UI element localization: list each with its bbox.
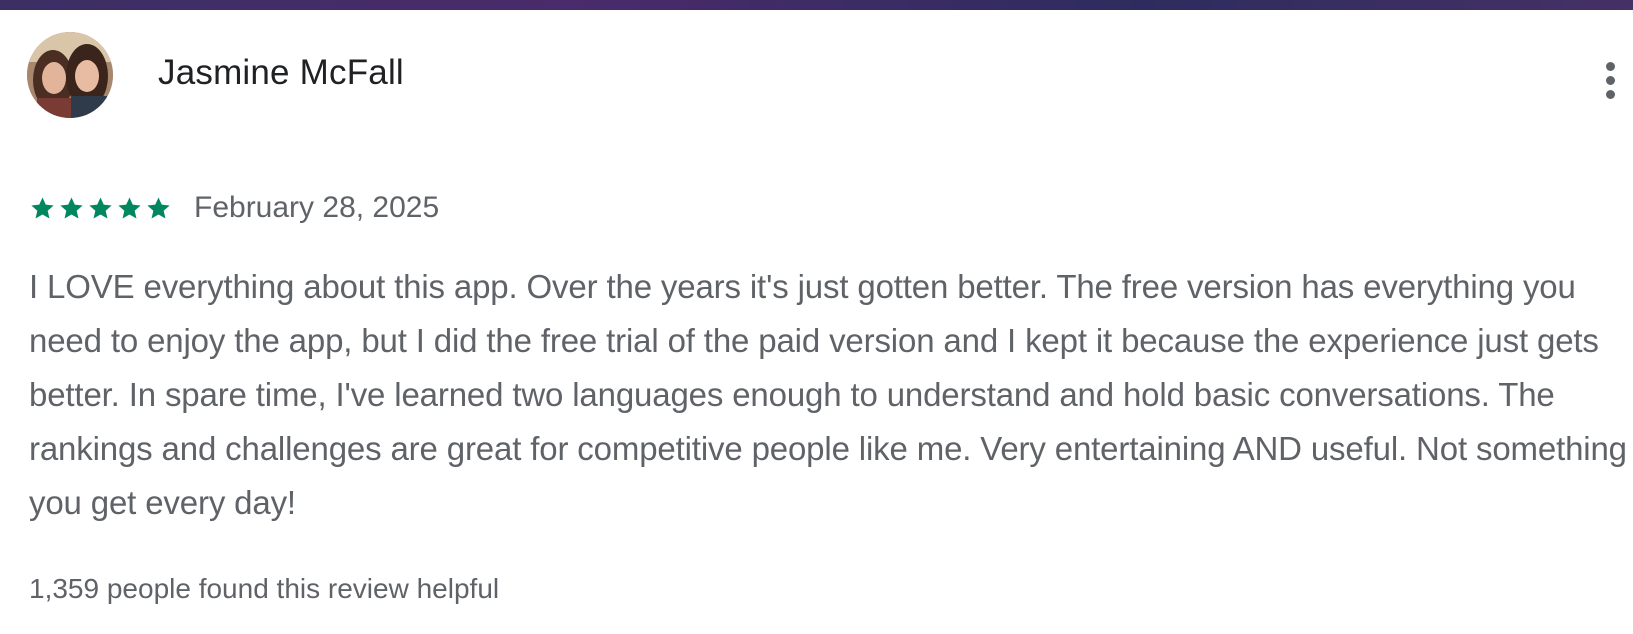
star-icon bbox=[118, 196, 141, 219]
more-options-button[interactable] bbox=[1590, 50, 1630, 110]
star-icon bbox=[147, 196, 170, 219]
rating-row: February 28, 2025 bbox=[29, 190, 439, 226]
review-text: I LOVE everything about this app. Over t… bbox=[29, 268, 1627, 521]
helpful-count: 1,359 people found this review helpful bbox=[29, 573, 500, 604]
star-rating bbox=[29, 195, 172, 222]
more-vert-icon-dot bbox=[1605, 89, 1615, 99]
top-border bbox=[0, 0, 1633, 10]
more-vert-icon-dot bbox=[1605, 75, 1615, 85]
more-vert-icon bbox=[1605, 61, 1615, 71]
review-card: Jasmine McFall February 28, 2025 I LOVE … bbox=[0, 10, 1633, 634]
star-icon bbox=[89, 196, 112, 219]
star-icon bbox=[31, 196, 54, 219]
star-icon bbox=[60, 196, 83, 219]
review-date: February 28, 2025 bbox=[194, 191, 440, 224]
avatar[interactable] bbox=[27, 32, 113, 118]
reviewer-name: Jasmine McFall bbox=[158, 53, 404, 92]
avatar-photo-icon bbox=[27, 32, 113, 118]
